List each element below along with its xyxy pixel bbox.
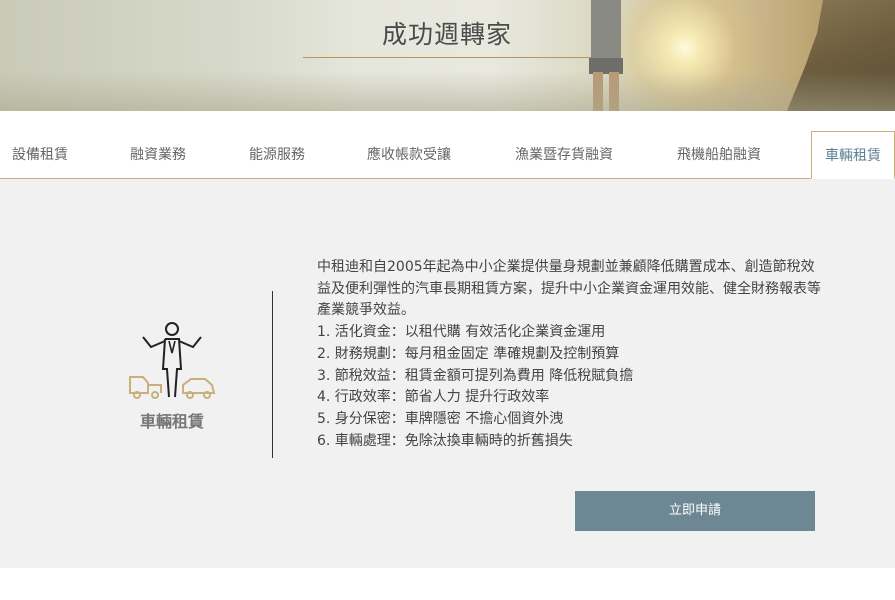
person-with-cars-icon	[129, 322, 216, 399]
service-tabs: 設備租賃 融資業務 能源服務 應收帳款受讓 漁業暨存貨融資 飛機船舶融資 車輛租…	[0, 131, 895, 179]
tab-energy-services[interactable]: 能源服務	[249, 131, 305, 179]
benefit-item: 5. 身分保密：車牌隱密 不擔心個資外洩	[317, 410, 564, 427]
service-intro: 中租迪和自2005年起為中小企業提供量身規劃並兼顧降低購置成本、創造節稅效益及便…	[317, 259, 821, 319]
tab-vehicle-leasing[interactable]: 車輛租賃	[811, 131, 895, 179]
benefit-item: 4. 行政效率：節省人力 提升行政效率	[317, 389, 550, 406]
service-panel: 車輛租賃 中租迪和自2005年起為中小企業提供量身規劃並兼顧降低購置成本、創造節…	[0, 179, 895, 568]
benefit-item: 2. 財務規劃：每月租金固定 準確規劃及控制預算	[317, 345, 620, 362]
apply-now-button[interactable]: 立即申請	[575, 491, 815, 531]
tab-financing[interactable]: 融資業務	[130, 131, 186, 179]
tab-fishery-inventory[interactable]: 漁業暨存貨融資	[515, 131, 613, 179]
benefit-item: 6. 車輛處理：免除汰換車輛時的折舊損失	[317, 432, 573, 449]
title-underline	[303, 57, 591, 58]
service-label: 車輛租賃	[139, 412, 204, 431]
hero-ground	[0, 71, 895, 111]
page-title: 成功週轉家	[381, 20, 512, 49]
tab-aircraft-ship[interactable]: 飛機船舶融資	[677, 131, 761, 179]
benefit-item: 3. 節稅效益：租賃金額可提列為費用 降低稅賦負擔	[317, 367, 634, 384]
service-description: 中租迪和自2005年起為中小企業提供量身規劃並兼顧降低購置成本、創造節稅效益及便…	[317, 257, 827, 452]
benefit-item: 1. 活化資金：以租代購 有效活化企業資金運用	[317, 324, 606, 341]
vertical-divider	[272, 291, 273, 458]
tab-equipment-leasing[interactable]: 設備租賃	[12, 131, 68, 179]
tab-receivables[interactable]: 應收帳款受讓	[367, 131, 451, 179]
